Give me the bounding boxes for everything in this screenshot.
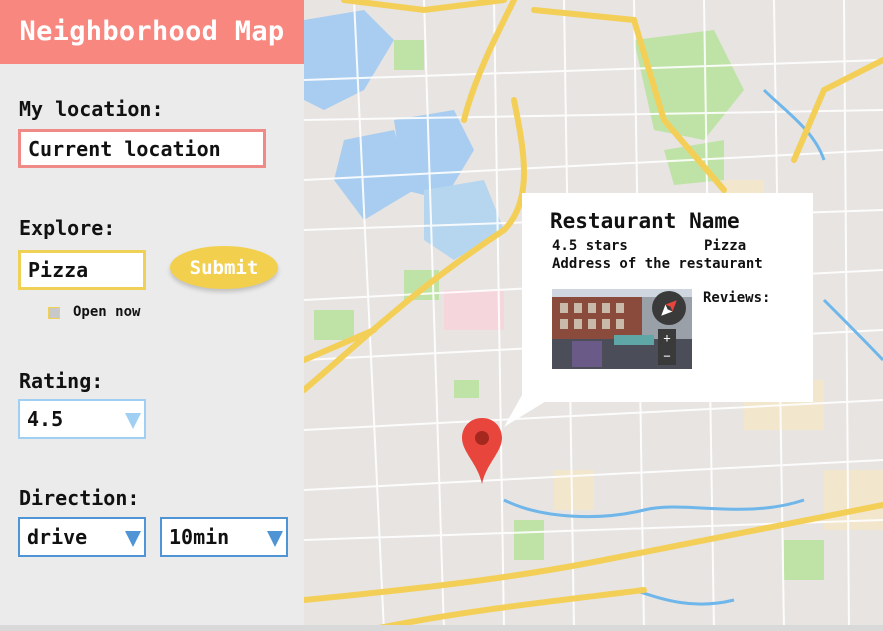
explore-label: Explore:: [19, 216, 116, 240]
street-view-thumbnail[interactable]: + −: [552, 289, 692, 369]
direction-time-select[interactable]: 10min: [160, 517, 288, 557]
restaurant-stars: 4.5 stars: [552, 238, 628, 254]
reviews-label: Reviews:: [703, 290, 771, 306]
direction-time-value: 10min: [169, 525, 230, 549]
dropdown-arrow-icon[interactable]: [264, 519, 286, 555]
bottom-scrollbar[interactable]: [0, 625, 883, 631]
restaurant-category: Pizza: [704, 238, 747, 254]
restaurant-name: Restaurant Name: [550, 209, 740, 233]
compass-icon[interactable]: [652, 291, 686, 325]
restaurant-address: Address of the restaurant: [552, 256, 763, 272]
location-label: My location:: [19, 97, 164, 121]
location-value: Current location: [28, 136, 221, 161]
zoom-out-icon[interactable]: −: [658, 347, 676, 365]
open-now-checkbox[interactable]: [48, 307, 60, 319]
rating-select[interactable]: 4.5: [18, 399, 146, 439]
sidebar: Neighborhood Map My location: Current lo…: [0, 0, 304, 631]
direction-mode-value: drive: [27, 525, 88, 549]
submit-button[interactable]: Submit: [170, 246, 278, 289]
dropdown-arrow-icon[interactable]: [122, 519, 144, 555]
dropdown-arrow-icon[interactable]: [122, 401, 144, 437]
restaurant-popup: Restaurant Name 4.5 stars Pizza Address …: [522, 193, 813, 402]
rating-label: Rating:: [19, 369, 104, 393]
direction-label: Direction:: [19, 486, 140, 510]
app-title: Neighborhood Map: [0, 0, 304, 64]
zoom-in-icon[interactable]: +: [658, 329, 676, 347]
open-now-label: Open now: [73, 304, 141, 320]
rating-value: 4.5: [27, 407, 64, 431]
explore-input[interactable]: Pizza: [18, 250, 146, 290]
direction-mode-select[interactable]: drive: [18, 517, 146, 557]
location-input[interactable]: Current location: [18, 129, 266, 168]
explore-value: Pizza: [28, 258, 89, 282]
